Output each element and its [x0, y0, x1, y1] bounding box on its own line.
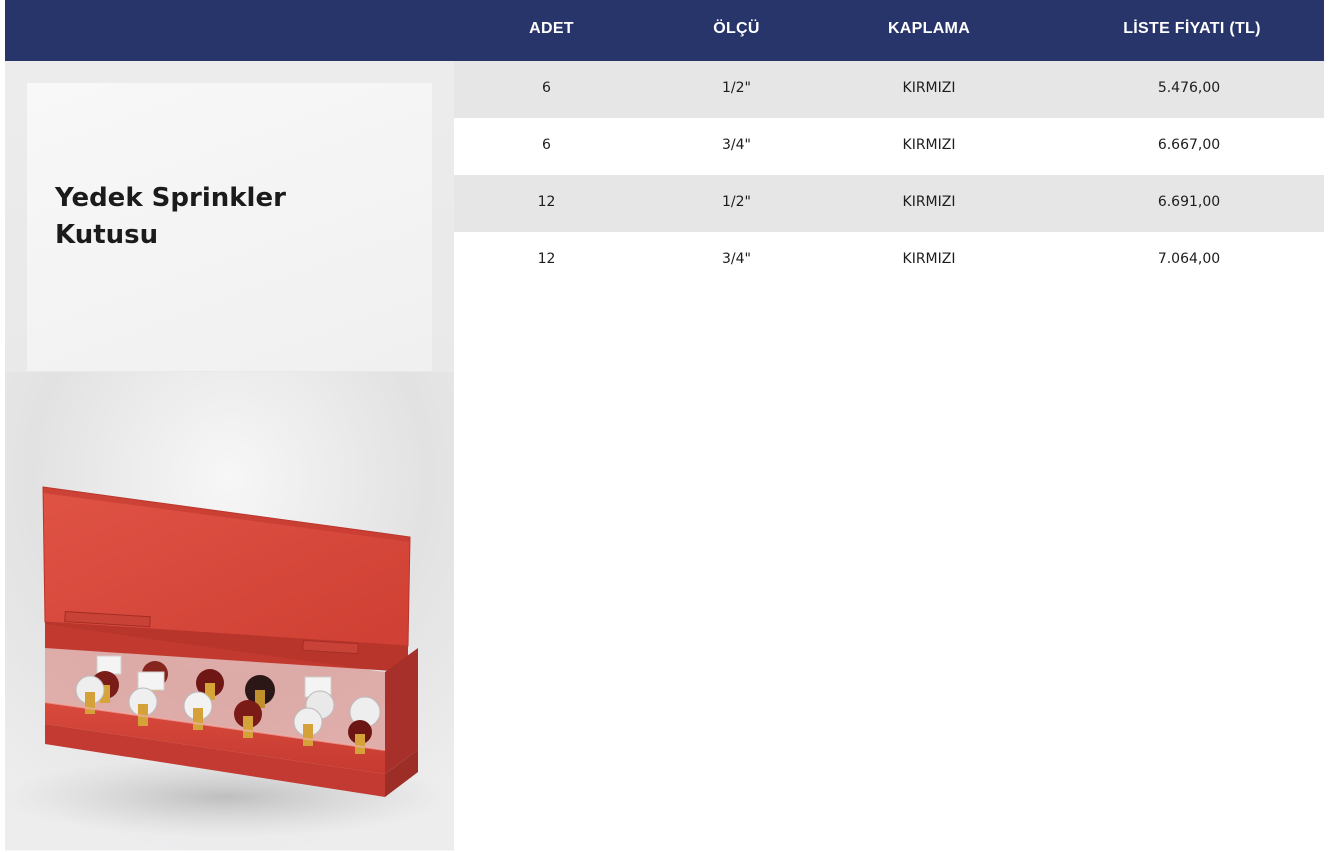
- product-title-line-2: Kutusu: [55, 220, 159, 250]
- cell-adet: 12: [537, 194, 556, 210]
- cell-olcu: 3/4": [722, 137, 751, 153]
- cell-adet: 6: [542, 80, 551, 96]
- cell-fiyat: 6.667,00: [1157, 137, 1221, 153]
- table-row: 6 3/4" KIRMIZI 6.667,00: [454, 118, 1324, 175]
- cell-olcu: 1/2": [722, 194, 751, 210]
- cell-kaplama: KIRMIZI: [902, 194, 956, 210]
- header-adet: ADET: [529, 20, 574, 37]
- cell-fiyat: 5.476,00: [1157, 80, 1221, 96]
- cell-kaplama: KIRMIZI: [902, 80, 956, 96]
- cell-fiyat: 7.064,00: [1157, 251, 1221, 267]
- header-kaplama: KAPLAMA: [887, 20, 971, 37]
- table-row: 12 1/2" KIRMIZI 6.691,00: [454, 175, 1324, 232]
- cell-adet: 12: [537, 251, 556, 267]
- table-header: ADET ÖLÇÜ KAPLAMA LİSTE FİYATI (TL): [5, 0, 1324, 61]
- product-title: Yedek Sprinkler Kutusu: [55, 180, 375, 254]
- cell-kaplama: KIRMIZI: [902, 137, 956, 153]
- table-row: 6 1/2" KIRMIZI 5.476,00: [454, 61, 1324, 118]
- cell-fiyat: 6.691,00: [1157, 194, 1221, 210]
- price-list-page: ADET ÖLÇÜ KAPLAMA LİSTE FİYATI (TL) Yede…: [0, 0, 1329, 853]
- cell-olcu: 1/2": [722, 80, 751, 96]
- product-title-line-1: Yedek Sprinkler: [55, 183, 286, 213]
- header-olcu: ÖLÇÜ: [713, 20, 760, 37]
- header-liste-fiyati: LİSTE FİYATI (TL): [1123, 20, 1261, 37]
- price-table: 6 1/2" KIRMIZI 5.476,00 6 3/4" KIRMIZI 6…: [454, 61, 1324, 289]
- cell-kaplama: KIRMIZI: [902, 251, 956, 267]
- cell-adet: 6: [542, 137, 551, 153]
- table-row: 12 3/4" KIRMIZI 7.064,00: [454, 232, 1324, 289]
- sprinkler-box-image: [5, 372, 454, 850]
- cell-olcu: 3/4": [722, 251, 751, 267]
